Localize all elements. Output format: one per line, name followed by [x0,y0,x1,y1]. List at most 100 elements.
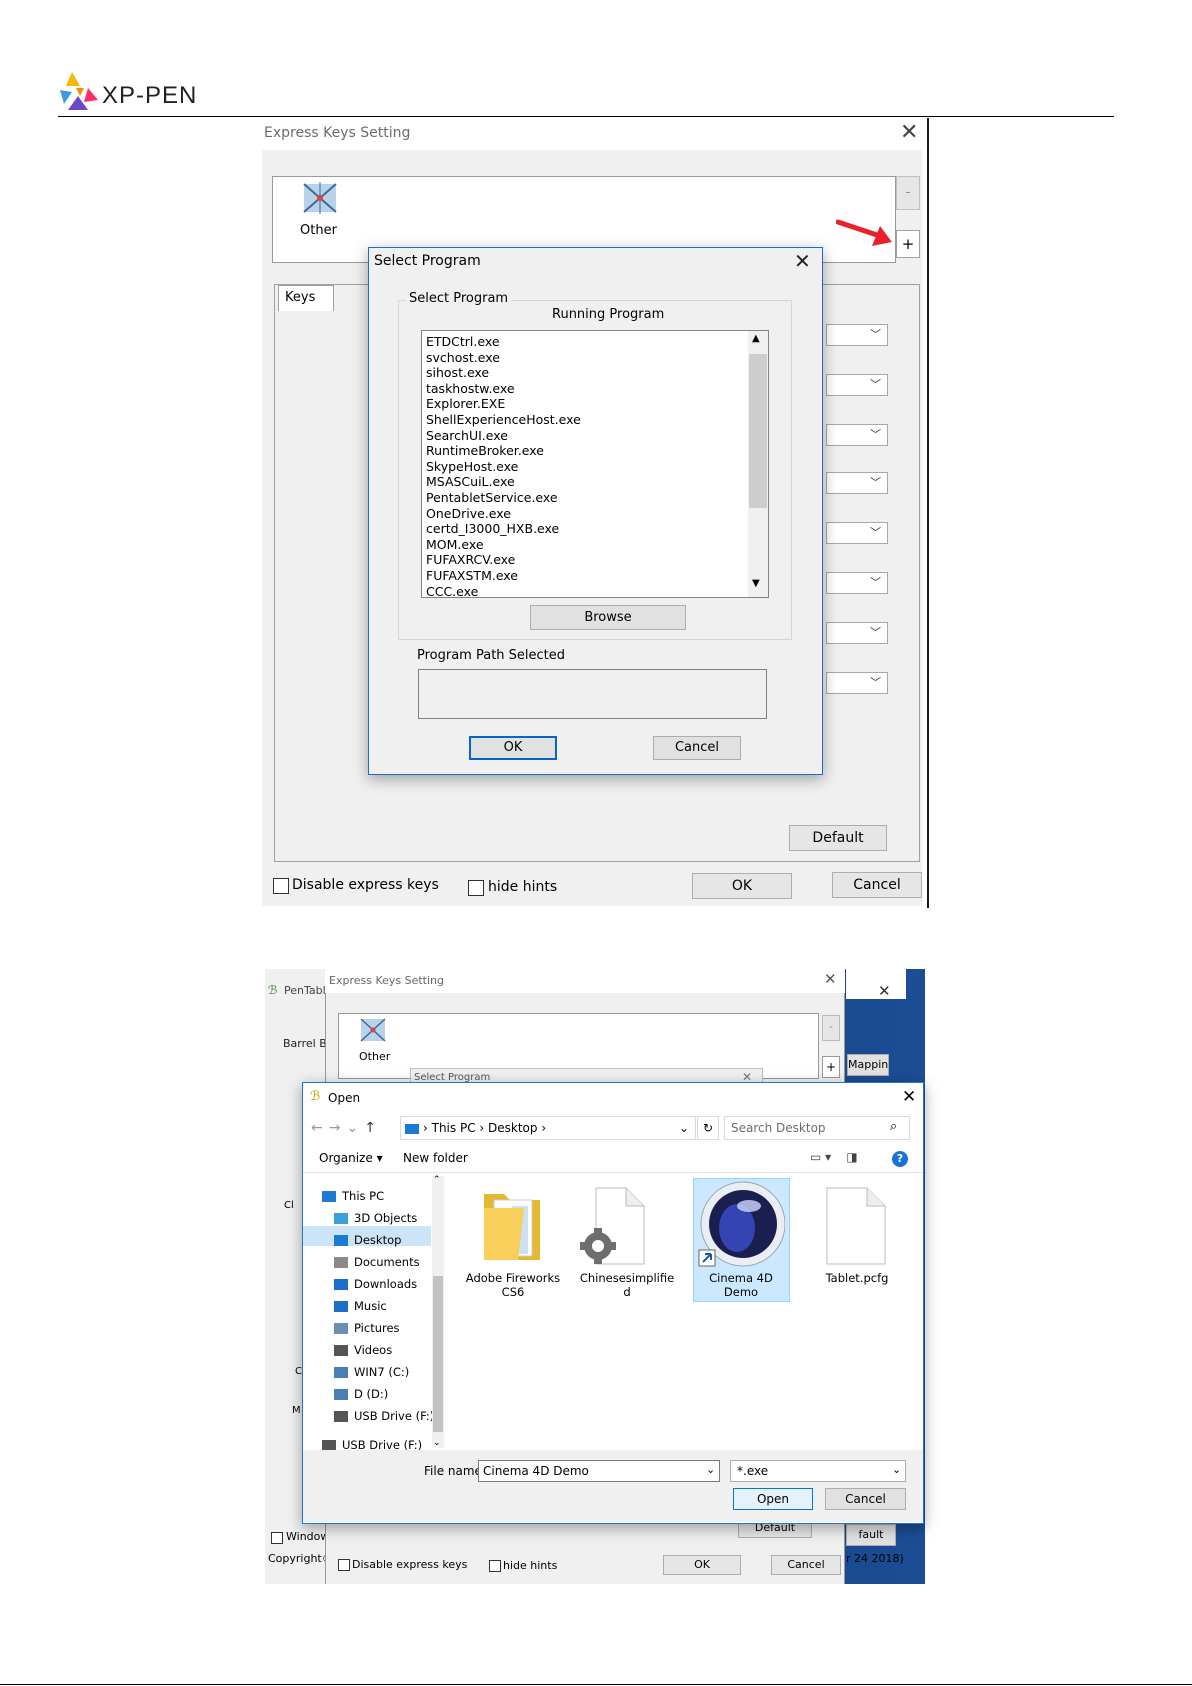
list-item[interactable]: PentabletService.exe [426,490,768,506]
ok-button[interactable]: OK [469,736,557,760]
list-item[interactable]: MSASCuiL.exe [426,474,768,490]
search-input[interactable]: Search Desktop [724,1116,910,1140]
close-icon[interactable]: ✕ [824,970,837,988]
default-button[interactable]: fault [846,1524,896,1546]
address-bar[interactable]: › This PC › Desktop › ⌄ [400,1116,696,1140]
list-item[interactable]: OneDrive.exe [426,506,768,522]
cancel-button[interactable]: Cancel [771,1555,841,1575]
list-item[interactable]: CCC.exe [426,584,768,598]
search-icon[interactable]: ⌕ [890,1119,897,1134]
settings-file-icon[interactable] [580,1186,650,1266]
navigation-arrows-icon[interactable]: ←→⌄↑ [311,1120,382,1136]
nav-item[interactable]: USB Drive (F:) [334,1409,434,1423]
cinema4d-icon[interactable] [697,1180,785,1270]
add-program-button[interactable]: + [822,1056,840,1078]
close-icon[interactable]: ✕ [902,1087,916,1107]
list-item[interactable]: svchost.exe [426,350,768,366]
cancel-button[interactable]: Cancel [825,1488,906,1510]
file-type-select[interactable]: *.exe [730,1460,906,1482]
hide-hints-label: hide hints [503,1559,558,1572]
list-item[interactable]: RuntimeBroker.exe [426,443,768,459]
list-item[interactable]: sihost.exe [426,365,768,381]
nav-item[interactable]: Videos [334,1343,392,1357]
key-dropdown[interactable]: ﹀ [826,622,888,644]
chevron-down-icon[interactable]: ⌄ [706,1463,715,1476]
blank-file-icon[interactable] [825,1186,887,1266]
chevron-down-icon[interactable]: ⌄ [679,1117,689,1139]
nav-item[interactable]: Pictures [334,1321,400,1335]
list-item[interactable]: SkypeHost.exe [426,459,768,475]
download-icon [334,1279,348,1290]
breadcrumb-this-pc[interactable]: This PC [432,1121,476,1135]
key-dropdown[interactable]: ﹀ [826,424,888,446]
ok-button[interactable]: OK [692,873,792,899]
hide-hints-checkbox[interactable] [468,880,484,896]
list-item[interactable]: SearchUI.exe [426,428,768,444]
scrollbar-thumb[interactable] [433,1276,443,1432]
scroll-down-icon[interactable]: ▼ [752,578,760,589]
hide-hints-checkbox[interactable] [489,1560,501,1572]
browse-button[interactable]: Browse [530,605,686,630]
close-icon[interactable]: ✕ [900,120,918,145]
nav-item[interactable]: Downloads [334,1277,417,1291]
scroll-up-icon[interactable]: ⌃ [433,1175,441,1185]
list-item[interactable]: Explorer.EXE [426,396,768,412]
organize-menu[interactable]: Organize ▾ [319,1151,383,1165]
disable-express-keys-checkbox[interactable] [273,878,289,894]
cancel-button[interactable]: Cancel [832,872,922,898]
help-icon[interactable]: ? [892,1151,908,1167]
key-dropdown[interactable]: ﹀ [826,672,888,694]
list-item[interactable]: FUFAXSTM.exe [426,568,768,584]
nav-item[interactable]: Desktop [334,1233,401,1247]
red-arrow-icon [836,219,892,246]
folder-icon[interactable] [482,1186,542,1262]
scroll-up-icon[interactable]: ▲ [752,333,760,344]
other-program-icon[interactable] [300,180,340,216]
list-item[interactable]: ShellExperienceHost.exe [426,412,768,428]
side-letter: M [292,1405,301,1416]
list-item[interactable]: taskhostw.exe [426,381,768,397]
nav-item[interactable]: Documents [334,1255,420,1269]
disable-express-keys-checkbox[interactable] [338,1559,350,1571]
cancel-button[interactable]: Cancel [653,736,741,760]
nav-item[interactable]: D (D:) [334,1387,388,1401]
default-button[interactable]: Default [789,825,887,851]
add-program-button[interactable]: + [896,230,920,258]
list-item[interactable]: MOM.exe [426,537,768,553]
nav-item[interactable]: WIN7 (C:) [334,1365,409,1379]
open-button[interactable]: Open [733,1488,813,1510]
remove-program-button[interactable]: - [822,1015,840,1041]
ok-button[interactable]: OK [663,1555,741,1575]
breadcrumb-desktop[interactable]: Desktop [488,1121,538,1135]
remove-program-button[interactable]: - [896,176,920,210]
window-checkbox[interactable] [271,1532,283,1544]
app-icon: ℬ [310,1089,321,1104]
list-item[interactable]: ETDCtrl.exe [426,334,768,350]
scrollbar-thumb[interactable] [749,354,767,508]
key-dropdown[interactable]: ﹀ [826,324,888,346]
key-dropdown[interactable]: ﹀ [826,522,888,544]
key-dropdown[interactable]: ﹀ [826,572,888,594]
list-item[interactable]: certd_I3000_HXB.exe [426,521,768,537]
running-program-list[interactable]: ETDCtrl.exe svchost.exe sihost.exe taskhost… [421,330,769,598]
pentablet-app-icon: ℬ [268,983,278,997]
side-letter: C [295,1366,302,1377]
file-name-field[interactable]: Cinema 4D Demo [478,1460,720,1482]
scroll-down-icon[interactable]: ⌄ [433,1438,441,1448]
tab-keys[interactable]: Keys [278,285,334,311]
nav-item[interactable]: Music [334,1299,387,1313]
view-options-icon[interactable]: ▭ ▾ ◨ [810,1150,858,1164]
nav-item[interactable]: This PC [322,1189,384,1203]
close-icon[interactable]: ✕ [794,249,811,273]
nav-item-label: D (D:) [354,1387,389,1401]
close-icon[interactable]: ✕ [878,982,891,1000]
other-program-icon[interactable] [358,1016,388,1044]
list-item[interactable]: FUFAXRCV.exe [426,552,768,568]
mapping-button[interactable]: Mappin [847,1054,889,1076]
chevron-down-icon[interactable]: ⌄ [892,1463,901,1476]
nav-item[interactable]: 3D Objects [334,1211,417,1225]
new-folder-button[interactable]: New folder [403,1151,468,1165]
refresh-icon[interactable]: ↻ [697,1116,719,1140]
key-dropdown[interactable]: ﹀ [826,374,888,396]
key-dropdown[interactable]: ﹀ [826,472,888,494]
